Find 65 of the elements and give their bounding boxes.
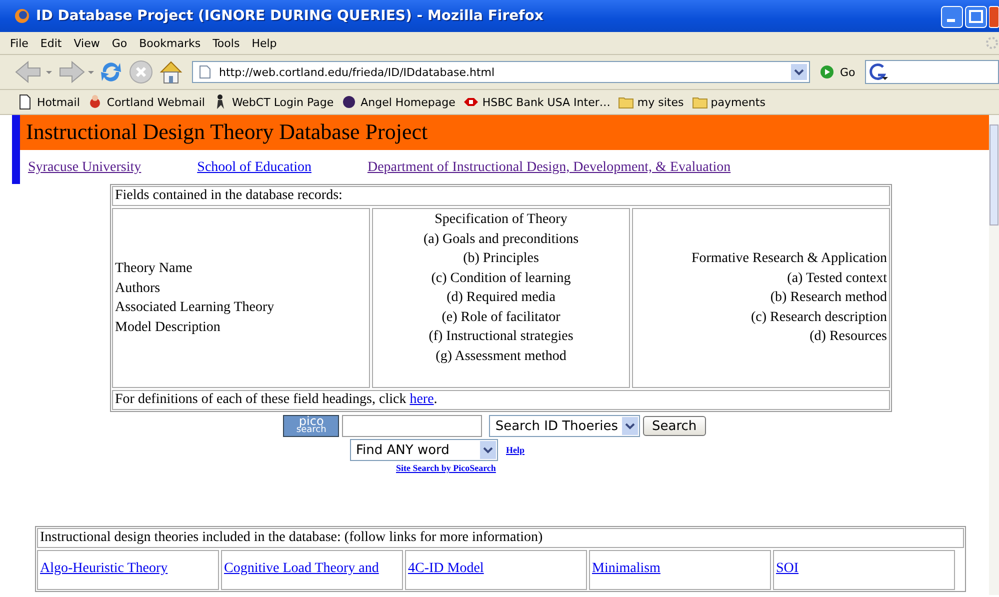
field-name: (a) Goals and preconditions: [422, 230, 580, 248]
bookmark-item[interactable]: payments: [692, 94, 766, 110]
credit-link[interactable]: Site Search by PicoSearch: [396, 463, 496, 473]
search-field[interactable]: [865, 60, 999, 84]
bookmark-item[interactable]: Angel Homepage: [342, 94, 456, 110]
address-field[interactable]: http://web.cortland.edu/frieda/ID/IDdatabase.html: [192, 61, 810, 83]
nav-link[interactable]: Syracuse University: [28, 160, 142, 176]
scope-dropdown[interactable]: Search ID Thoeries: [489, 415, 640, 437]
close-icon[interactable]: [989, 6, 999, 28]
theory-link[interactable]: SOI: [776, 561, 799, 576]
mode-dropdown[interactable]: Find ANY word: [350, 439, 498, 461]
page-icon: [199, 65, 211, 79]
search-button[interactable]: Search: [642, 416, 706, 436]
field-name: Formative Research & Application: [690, 250, 887, 268]
browser-logo-icon: [14, 8, 30, 24]
search-engine-icon: [868, 63, 888, 81]
field-name: (c) Research description: [750, 308, 887, 327]
field-name: (c) Condition of learning: [430, 270, 572, 288]
field-name: Theory Name: [115, 260, 194, 278]
go-button[interactable]: Go: [814, 65, 862, 79]
table-caption: Instructional design theories included in the database: (follow links for more information): [37, 528, 964, 548]
nav-link[interactable]: Department of Instructional Design, Development, & Evaluation: [367, 160, 731, 176]
field-name: (d) Resources: [808, 328, 887, 346]
theory-link[interactable]: 4C-ID Model: [408, 561, 484, 576]
field-name: (b) Principles: [462, 250, 540, 268]
menu-item[interactable]: View: [70, 36, 108, 50]
sidebar-strip: [12, 115, 20, 184]
menu-item[interactable]: File: [6, 36, 36, 50]
bookmark-item[interactable]: WebCT Login Page: [212, 94, 334, 110]
help-link[interactable]: Help: [506, 445, 525, 455]
minimize-icon[interactable]: [941, 6, 963, 28]
nav-link[interactable]: School of Education: [197, 160, 312, 176]
theory-link[interactable]: Minimalism: [592, 561, 660, 576]
field-name: (e) Role of facilitator: [440, 308, 562, 326]
field-name: Associated Learning Theory: [115, 299, 276, 317]
menu-item[interactable]: Go: [108, 36, 136, 50]
search-input[interactable]: [342, 415, 482, 437]
home-icon[interactable]: [158, 59, 184, 85]
field-name: (g) Assessment method: [434, 348, 568, 366]
bookmark-item[interactable]: Cortland Webmail: [88, 94, 205, 110]
bookmark-item[interactable]: HSBC Bank USA Inter…: [463, 94, 610, 110]
table-caption: Fields contained in the database records:: [112, 186, 890, 206]
back-arrow-icon[interactable]: [14, 59, 52, 85]
field-name: (d) Required media: [446, 289, 556, 307]
window-title: ID Database Project (IGNORE DURING QUERIES) - Mozilla Firefox: [36, 8, 544, 24]
field-name: Model Description: [115, 318, 222, 336]
search-logo: pico search: [283, 415, 340, 437]
menu-item[interactable]: Edit: [36, 36, 70, 50]
dot-icon: [342, 94, 358, 110]
throbber-icon: [985, 36, 999, 50]
bookmark-item[interactable]: my sites: [618, 94, 684, 110]
menu-item[interactable]: Tools: [208, 36, 248, 50]
page-heading: Instructional Design Theory Database Project: [20, 115, 989, 150]
field-name: (f) Instructional strategies: [428, 328, 574, 346]
maximize-icon[interactable]: [965, 6, 987, 28]
field-name: Authors: [115, 280, 162, 298]
stop-icon[interactable]: [128, 59, 154, 85]
field-name: Specification of Theory: [434, 211, 568, 229]
definitions-note: For definitions of each of these field headings, click here.: [115, 392, 438, 407]
field-name: (a) Tested context: [786, 270, 887, 288]
here-link[interactable]: here: [410, 392, 434, 407]
menu-item[interactable]: Help: [248, 36, 285, 50]
field-name: (b) Research method: [769, 289, 887, 308]
bookmark-item[interactable]: Hotmail: [18, 94, 80, 110]
menu-item[interactable]: Bookmarks: [135, 36, 209, 50]
